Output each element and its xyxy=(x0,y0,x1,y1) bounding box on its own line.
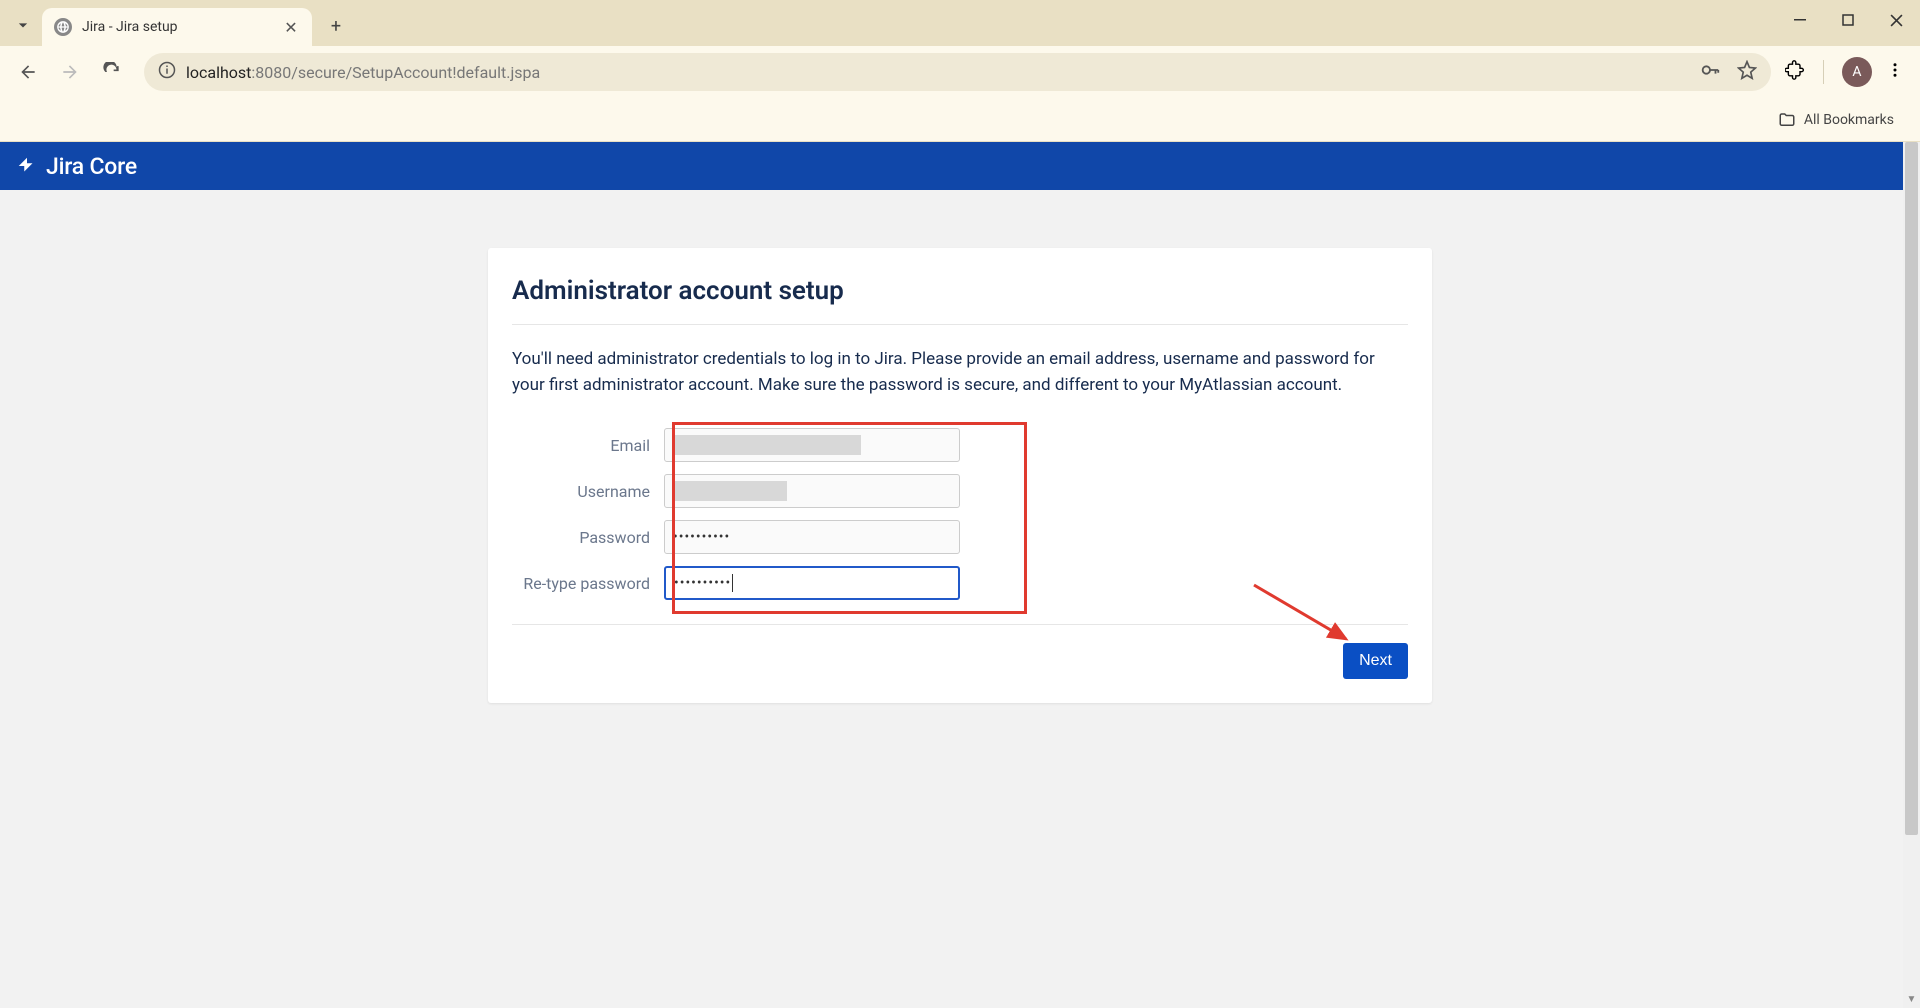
text-cursor xyxy=(732,574,733,592)
arrow-left-icon xyxy=(18,62,38,82)
browser-tab[interactable]: Jira - Jira setup ✕ xyxy=(42,8,312,46)
next-button[interactable]: Next xyxy=(1343,643,1408,679)
bookmark-star-icon[interactable] xyxy=(1737,60,1757,84)
email-field[interactable] xyxy=(664,428,960,462)
profile-avatar[interactable]: A xyxy=(1842,57,1872,87)
globe-icon xyxy=(54,18,72,36)
retype-password-label: Re-type password xyxy=(512,574,664,593)
jira-logo[interactable]: Jira Core xyxy=(16,153,137,180)
arrow-right-icon xyxy=(60,62,80,82)
all-bookmarks-button[interactable]: All Bookmarks xyxy=(1768,105,1904,135)
page-viewport: Jira Core Administrator account setup Yo… xyxy=(0,142,1920,1008)
address-bar[interactable]: localhost:8080/secure/SetupAccount!defau… xyxy=(144,53,1771,91)
site-info-icon[interactable] xyxy=(158,61,176,83)
folder-icon xyxy=(1778,111,1796,129)
reload-button[interactable] xyxy=(94,54,130,90)
separator xyxy=(512,624,1408,625)
chevron-down-icon xyxy=(13,15,33,35)
page-description: You'll need administrator credentials to… xyxy=(512,347,1408,398)
password-dots: •••••••••• xyxy=(673,529,730,545)
email-label: Email xyxy=(512,436,664,455)
jira-logo-icon xyxy=(16,155,38,177)
browser-titlebar: Jira - Jira setup ✕ + xyxy=(0,0,1920,46)
url-text: localhost:8080/secure/SetupAccount!defau… xyxy=(186,63,1689,82)
username-label: Username xyxy=(512,482,664,501)
extensions-icon[interactable] xyxy=(1785,60,1805,84)
password-field[interactable]: •••••••••• xyxy=(664,520,960,554)
bookmarks-bar: All Bookmarks xyxy=(0,98,1920,142)
browser-toolbar: localhost:8080/secure/SetupAccount!defau… xyxy=(0,46,1920,98)
page-heading: Administrator account setup xyxy=(512,276,1408,325)
redacted-value xyxy=(673,481,787,501)
forward-button[interactable] xyxy=(52,54,88,90)
vertical-scrollbar[interactable]: ▲ ▼ xyxy=(1903,142,1920,1008)
close-window-button[interactable] xyxy=(1872,0,1920,40)
password-label: Password xyxy=(512,528,664,547)
password-key-icon[interactable] xyxy=(1699,59,1721,85)
window-controls xyxy=(1776,0,1920,40)
back-button[interactable] xyxy=(10,54,46,90)
reload-icon xyxy=(102,62,122,82)
all-bookmarks-label: All Bookmarks xyxy=(1804,112,1894,128)
password-dots: •••••••••• xyxy=(674,575,731,591)
product-name: Jira Core xyxy=(46,153,137,180)
jira-header: Jira Core xyxy=(0,142,1920,190)
maximize-button[interactable] xyxy=(1824,0,1872,40)
username-field[interactable] xyxy=(664,474,960,508)
scrollbar-thumb[interactable] xyxy=(1905,142,1918,835)
tab-title: Jira - Jira setup xyxy=(82,19,272,35)
scroll-down-arrow[interactable]: ▼ xyxy=(1903,991,1920,1008)
chrome-menu-button[interactable] xyxy=(1886,61,1904,83)
redacted-value xyxy=(673,435,861,455)
toolbar-divider xyxy=(1823,60,1824,84)
minimize-button[interactable] xyxy=(1776,0,1824,40)
tab-search-dropdown[interactable] xyxy=(8,10,38,40)
tab-close-button[interactable]: ✕ xyxy=(282,18,300,37)
retype-password-field[interactable]: •••••••••• xyxy=(664,566,960,600)
setup-card: Administrator account setup You'll need … xyxy=(488,248,1432,703)
new-tab-button[interactable]: + xyxy=(320,10,352,42)
